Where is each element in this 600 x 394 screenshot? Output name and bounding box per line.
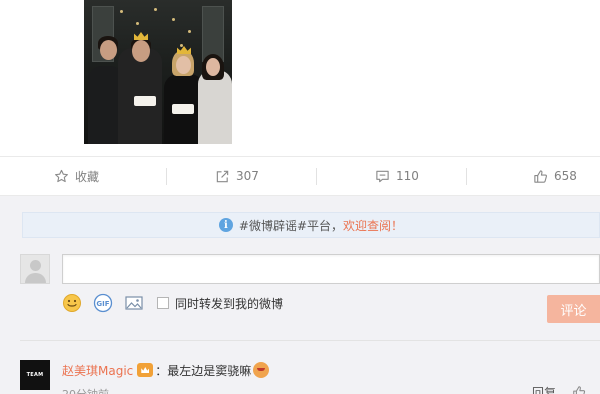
share-arrow-icon — [216, 170, 229, 182]
action-separator — [166, 168, 167, 185]
comment-timestamp: 20分钟前 — [62, 386, 109, 394]
current-user-avatar — [20, 254, 50, 284]
info-icon: i — [218, 218, 233, 232]
comment-divider — [20, 340, 600, 341]
gif-icon[interactable]: GIF — [93, 293, 113, 313]
comment-input[interactable] — [62, 254, 600, 284]
comment-count: 110 — [396, 169, 419, 183]
composer-toolbar: GIF 同时转发到我的微博 — [62, 292, 283, 314]
laughing-emoji-icon — [253, 362, 270, 378]
thumbs-up-icon — [573, 386, 586, 394]
member-crown-icon — [137, 363, 154, 377]
post-media-row — [0, 0, 600, 152]
repost-count: 307 — [236, 169, 259, 183]
star-icon — [55, 169, 68, 182]
image-icon[interactable] — [124, 293, 144, 313]
notice-link[interactable]: 欢迎查阅！ — [343, 217, 403, 234]
notice-text: #微博辟谣#平台， — [238, 218, 344, 233]
commenter-name[interactable]: 赵美琪Magic — [62, 362, 133, 379]
weibo-post-page: 收藏 307 110 658 i #微博辟谣#平台， 欢迎查阅！ GIF 同时转… — [0, 0, 600, 394]
comment-separator: ： — [155, 363, 168, 378]
comment-like-button[interactable] — [572, 384, 586, 394]
repost-checkbox[interactable] — [157, 297, 169, 309]
comment-line: 赵美琪Magic ： 最左边是窦骁嘛 — [62, 360, 270, 380]
svg-text:GIF: GIF — [96, 300, 109, 308]
comment-submit-button[interactable]: 评论 — [547, 295, 600, 323]
repost-button[interactable]: 307 — [215, 157, 259, 195]
like-count: 658 — [554, 169, 577, 183]
photo-person-4 — [198, 70, 232, 144]
favorite-label: 收藏 — [75, 169, 100, 184]
reply-button[interactable]: 回复 — [532, 384, 556, 394]
thumbs-up-icon — [534, 169, 548, 183]
commenter-avatar[interactable]: TEAM MANG — [20, 360, 50, 390]
comment-text: 最左边是窦骁嘛 — [167, 363, 252, 378]
post-action-bar: 收藏 307 110 658 — [0, 156, 600, 196]
like-button[interactable]: 658 — [533, 157, 577, 195]
comment-button[interactable]: 110 — [375, 157, 419, 195]
comment-bubble-icon — [376, 170, 389, 182]
action-separator — [316, 168, 317, 185]
emoji-smile-icon[interactable] — [62, 293, 82, 313]
group-photo[interactable] — [84, 0, 232, 144]
rumor-notice-banner: i #微博辟谣#平台， 欢迎查阅！ — [22, 212, 600, 238]
action-separator — [466, 168, 467, 185]
favorite-button[interactable]: 收藏 — [54, 157, 99, 195]
repost-checkbox-label: 同时转发到我的微博 — [175, 296, 284, 311]
